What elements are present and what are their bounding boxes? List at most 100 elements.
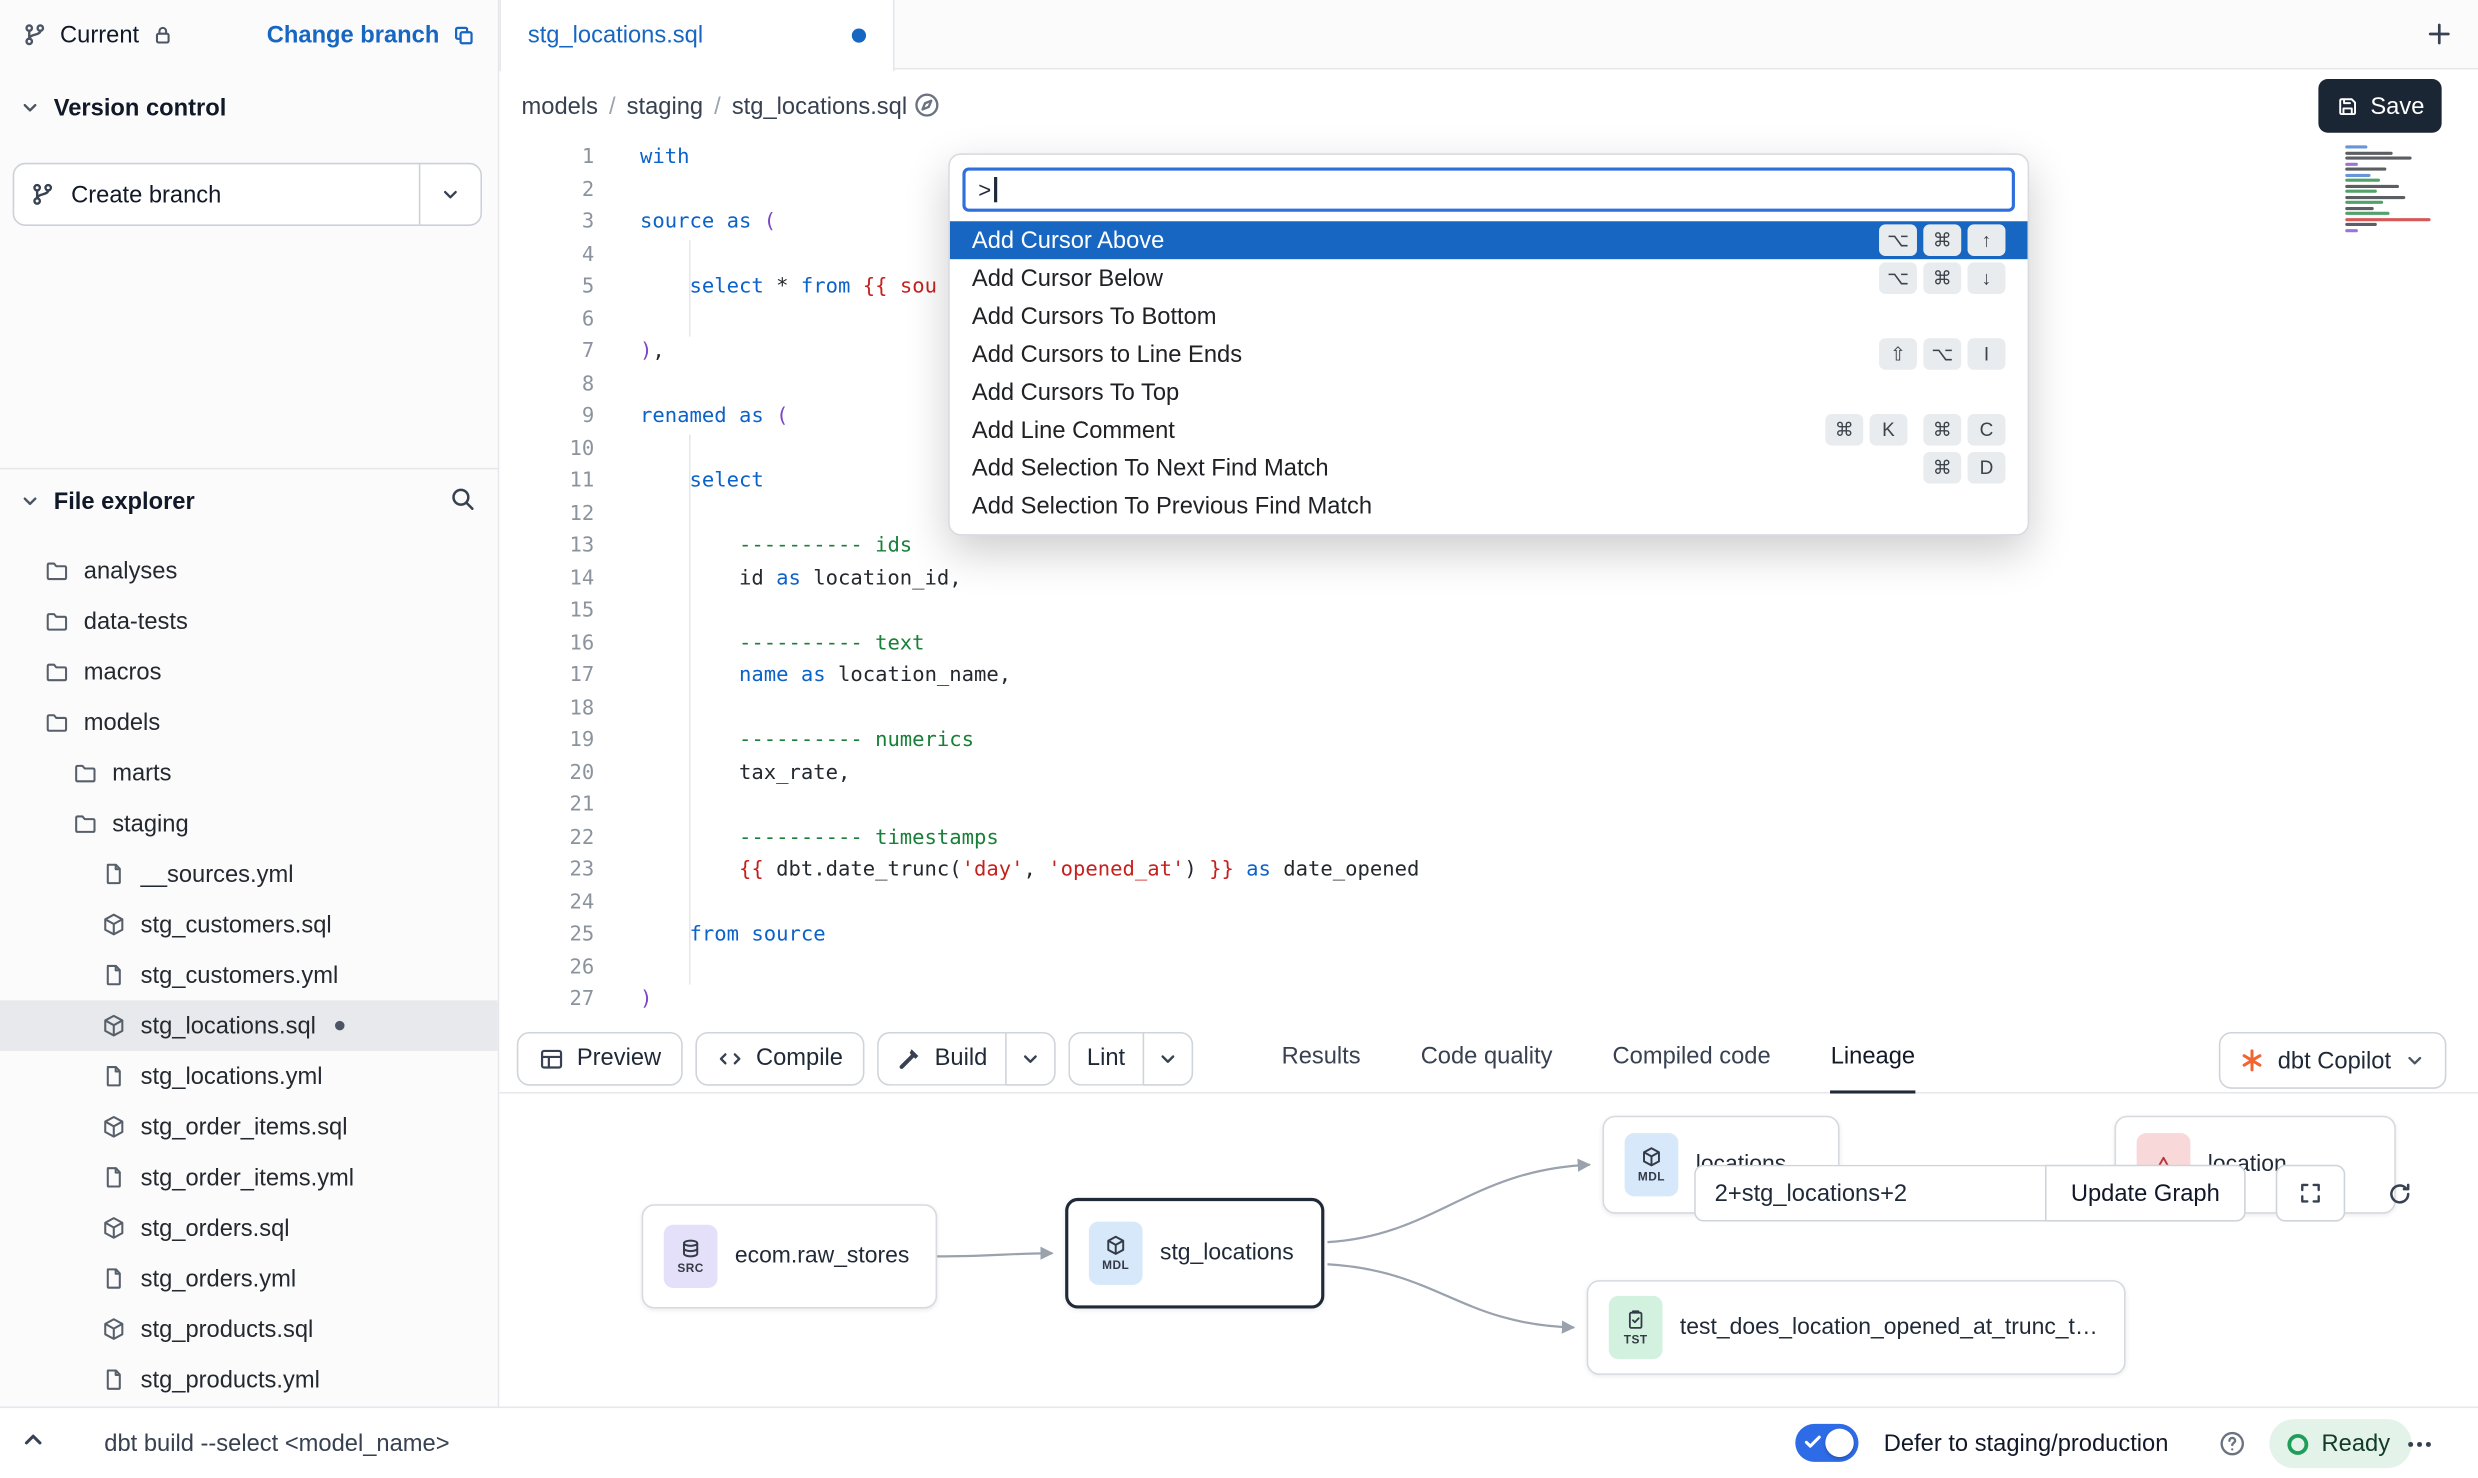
code-line[interactable] — [640, 790, 2288, 822]
toggle-knob — [1825, 1429, 1853, 1457]
command-item[interactable]: Add Line Comment⌘K⌘C — [950, 411, 2028, 449]
tab-results[interactable]: Results — [1282, 1023, 1361, 1093]
command-item[interactable]: Add Cursors To Top — [950, 373, 2028, 411]
command-palette-input[interactable]: > — [962, 168, 2015, 212]
lineage-canvas[interactable]: SRC ecom.raw_stores MDL stg_locations MD… — [499, 1094, 2478, 1407]
search-icon[interactable] — [449, 485, 476, 512]
minimap[interactable] — [2345, 145, 2418, 231]
tree-item[interactable]: analyses — [0, 545, 498, 596]
line-number: 19 — [499, 725, 594, 757]
build-button[interactable]: Build — [878, 1031, 1005, 1085]
line-number: 25 — [499, 920, 594, 952]
tab-lineage[interactable]: Lineage — [1831, 1023, 1915, 1093]
lineage-node-source[interactable]: SRC ecom.raw_stores — [642, 1204, 938, 1308]
create-branch-button[interactable]: Create branch — [14, 164, 419, 224]
code-line[interactable]: ---------- timestamps — [640, 823, 2288, 855]
source-badge: SRC — [664, 1225, 718, 1288]
breadcrumb-item[interactable]: staging — [627, 92, 703, 119]
status-ready-badge[interactable]: Ready — [2269, 1419, 2412, 1468]
dbt-copilot-button[interactable]: dbt Copilot — [2219, 1032, 2446, 1089]
tab-code-quality[interactable]: Code quality — [1421, 1023, 1553, 1093]
fullscreen-button[interactable] — [2276, 1165, 2346, 1222]
defer-toggle[interactable] — [1795, 1424, 1858, 1462]
minimap-line — [2345, 179, 2380, 182]
code-line[interactable] — [640, 693, 2288, 725]
code-line[interactable]: name as location_name, — [640, 661, 2288, 693]
code-icon — [718, 1045, 743, 1070]
command-item[interactable]: Add Cursors to Line Ends⇧⌥I — [950, 335, 2028, 373]
tree-item[interactable]: staging — [0, 798, 498, 849]
code-line[interactable]: tax_rate, — [640, 758, 2288, 790]
compile-button[interactable]: Compile — [696, 1031, 865, 1085]
code-line[interactable]: ---------- text — [640, 628, 2288, 660]
tree-item[interactable]: stg_locations.sql — [0, 1000, 498, 1051]
tree-item[interactable]: stg_customers.sql — [0, 899, 498, 950]
command-item[interactable]: Add Selection To Next Find Match⌘D — [950, 449, 2028, 487]
breadcrumb-item[interactable]: models — [522, 92, 598, 119]
preview-button[interactable]: Preview — [517, 1031, 684, 1085]
minimap-line — [2345, 168, 2386, 171]
lint-button[interactable]: Lint — [1068, 1031, 1143, 1085]
tree-item[interactable]: stg_products.sql — [0, 1304, 498, 1355]
code-line[interactable]: from source — [640, 920, 2288, 952]
tree-item[interactable]: stg_order_items.sql — [0, 1102, 498, 1153]
breadcrumb-item[interactable]: stg_locations.sql — [732, 92, 907, 119]
command-item-label: Add Line Comment — [972, 416, 1175, 443]
code-line[interactable]: id as location_id, — [640, 563, 2288, 595]
compass-icon[interactable] — [913, 92, 940, 119]
minimap-line — [2345, 151, 2392, 154]
command-item[interactable]: Add Selection To Previous Find Match — [950, 487, 2028, 525]
tree-item[interactable]: macros — [0, 646, 498, 697]
save-label: Save — [2370, 92, 2424, 119]
editor-tab[interactable]: stg_locations.sql — [499, 0, 894, 71]
help-icon[interactable] — [2219, 1430, 2246, 1457]
code-line[interactable]: ---------- ids — [640, 531, 2288, 563]
code-line[interactable] — [640, 887, 2288, 919]
command-item[interactable]: Add Cursor Below⌥⌘↓ — [950, 259, 2028, 297]
tree-item[interactable]: __sources.yml — [0, 849, 498, 900]
tree-item[interactable]: stg_orders.yml — [0, 1253, 498, 1304]
new-tab-button[interactable] — [2426, 21, 2453, 48]
folder-icon — [73, 760, 98, 785]
tree-item[interactable]: stg_locations.yml — [0, 1051, 498, 1102]
line-number: 13 — [499, 531, 594, 563]
tree-item[interactable]: marts — [0, 748, 498, 799]
file-explorer-header[interactable]: File explorer — [0, 480, 498, 521]
lineage-selector-input[interactable] — [1694, 1165, 2045, 1222]
code-line[interactable]: ---------- numerics — [640, 725, 2288, 757]
cube-icon — [1105, 1234, 1127, 1256]
tree-item[interactable]: stg_order_items.yml — [0, 1152, 498, 1203]
file-icon — [101, 1064, 126, 1089]
lineage-node-stg-locations[interactable]: MDL stg_locations — [1065, 1198, 1324, 1309]
code-line[interactable] — [640, 952, 2288, 984]
build-dropdown-button[interactable] — [1005, 1031, 1056, 1085]
command-item[interactable]: Add Cursor Above⌥⌘↑ — [950, 221, 2028, 259]
tree-item-label: stg_orders.yml — [141, 1265, 296, 1292]
code-line[interactable] — [640, 596, 2288, 628]
lineage-node-test[interactable]: TST test_does_location_opened_at_trunc_t… — [1587, 1280, 2126, 1375]
current-branch[interactable]: Current — [22, 21, 174, 48]
more-options-button[interactable] — [2405, 1430, 2433, 1458]
code-line[interactable]: ) — [640, 985, 2288, 1017]
line-number: 11 — [499, 466, 594, 498]
tree-item[interactable]: stg_orders.sql — [0, 1203, 498, 1254]
tab-compiled-code[interactable]: Compiled code — [1613, 1023, 1771, 1093]
update-graph-button[interactable]: Update Graph — [2045, 1165, 2246, 1222]
change-branch-link[interactable]: Change branch — [267, 21, 476, 48]
line-number: 3 — [499, 207, 594, 239]
tree-item[interactable]: stg_products.yml — [0, 1354, 498, 1405]
line-number: 18 — [499, 693, 594, 725]
save-button[interactable]: Save — [2318, 79, 2441, 133]
collapse-panel-button[interactable] — [19, 1425, 47, 1453]
create-branch-dropdown-button[interactable] — [419, 164, 481, 224]
command-item[interactable]: Add Cursors To Bottom — [950, 297, 2028, 335]
tree-item[interactable]: data-tests — [0, 596, 498, 647]
line-number: 21 — [499, 790, 594, 822]
tree-item[interactable]: models — [0, 697, 498, 748]
version-control-header[interactable]: Version control — [0, 87, 498, 128]
breadcrumb-separator: / — [714, 92, 721, 119]
code-line[interactable]: {{ dbt.date_trunc('day', 'opened_at') }}… — [640, 855, 2288, 887]
refresh-button[interactable] — [2364, 1165, 2434, 1222]
lint-dropdown-button[interactable] — [1142, 1031, 1193, 1085]
tree-item[interactable]: stg_customers.yml — [0, 950, 498, 1001]
